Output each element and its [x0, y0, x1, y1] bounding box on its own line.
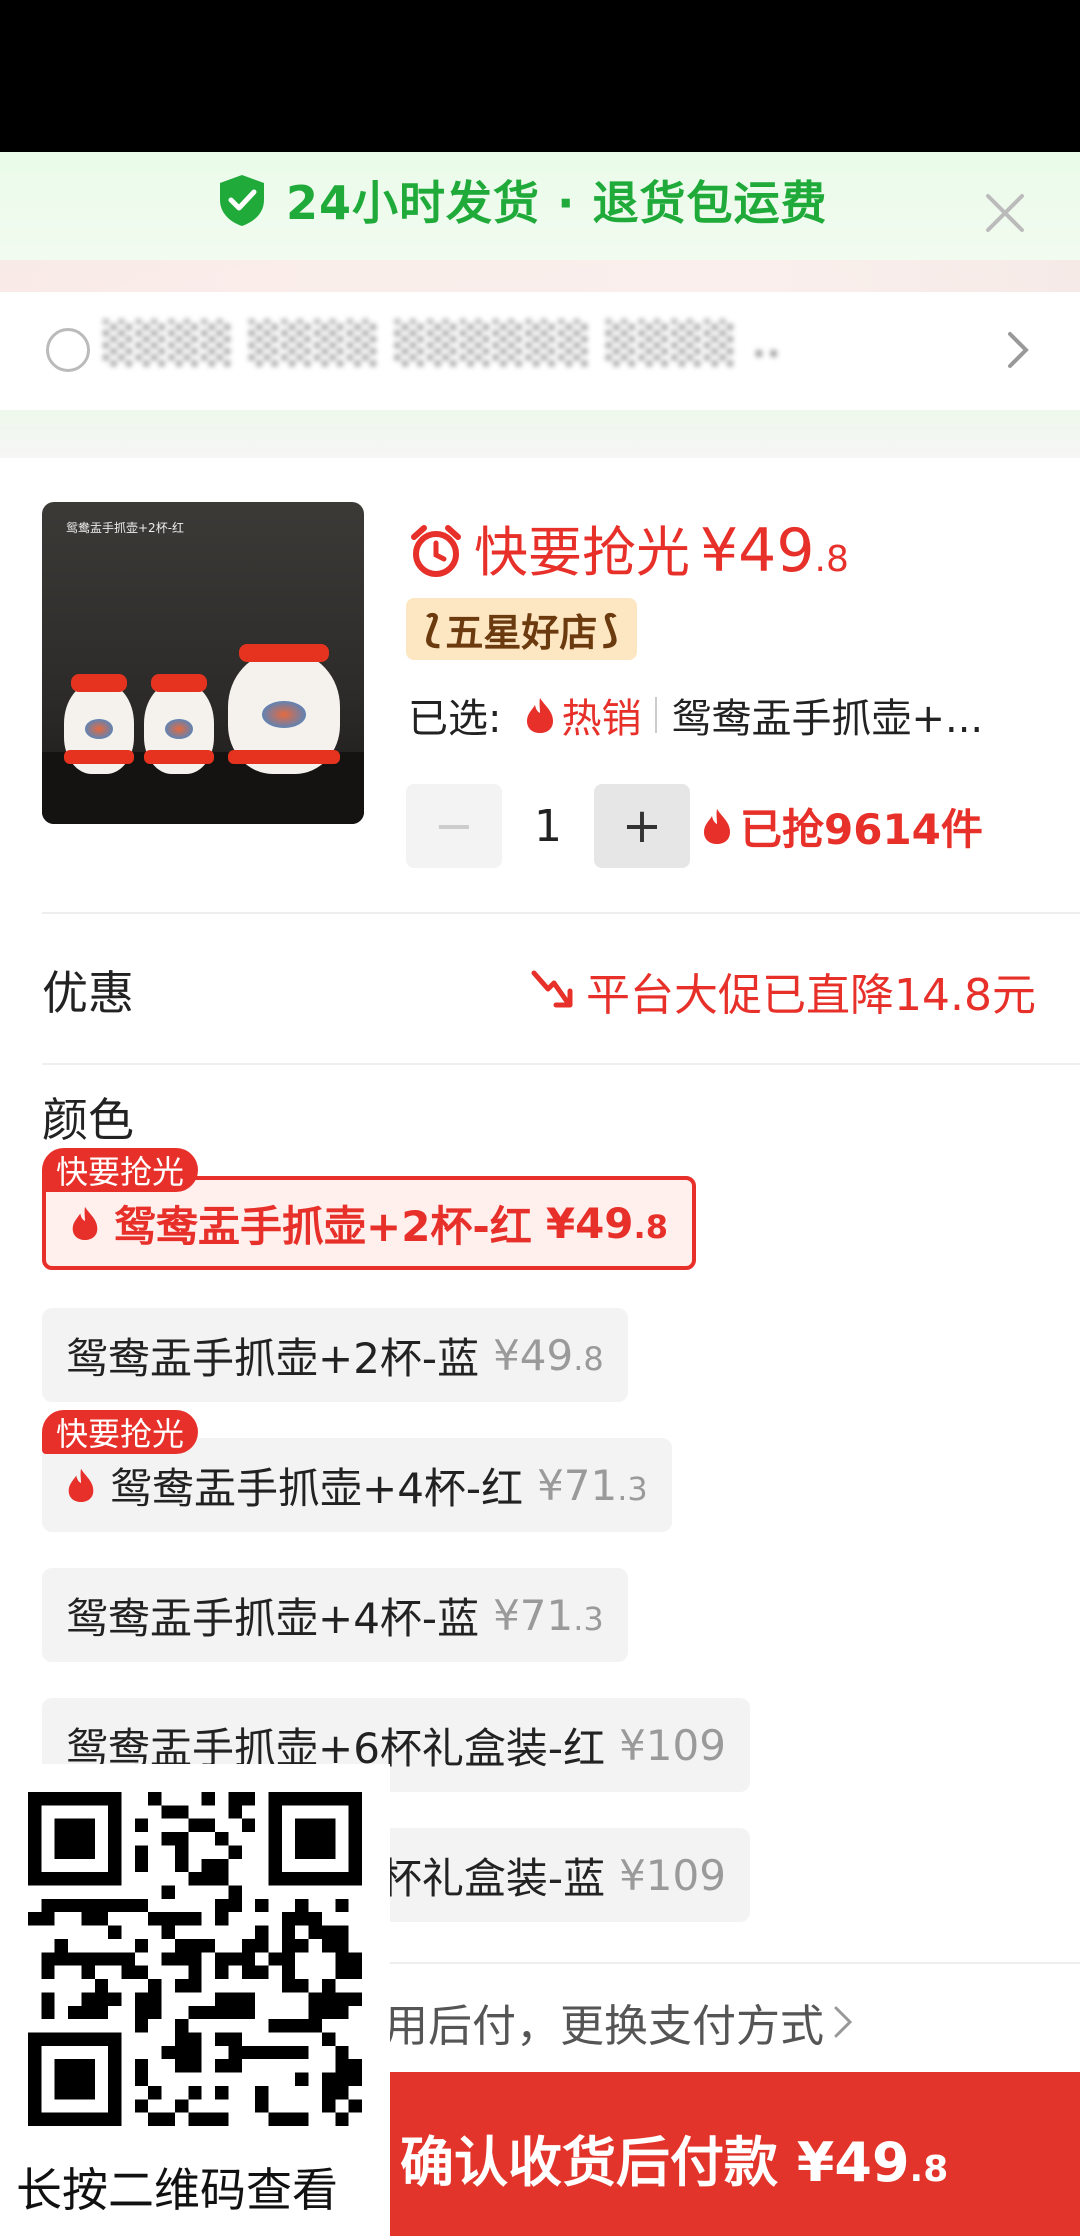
- selected-variant-text: 鸳鸯盂手抓壶+...: [671, 696, 984, 742]
- product-thumbnail[interactable]: 鸳鸯盂手抓壶+2杯-红: [42, 502, 364, 824]
- increment-button[interactable]: +: [594, 784, 690, 868]
- promo-banner: 24小时发货 · 退货包运费: [0, 152, 1080, 292]
- selected-label: 已选:: [408, 696, 502, 742]
- promo-content: 24小时发货 · 退货包运费: [214, 170, 828, 230]
- promo-divider: [0, 260, 1080, 292]
- option-price: ¥49.8: [493, 1330, 604, 1380]
- address-text: ░░░░ ░░░░ ░░░░░░ ░░░░ ..: [104, 320, 782, 366]
- sold-count: 已抢9614件: [702, 796, 983, 857]
- hot-tag: 热销: [525, 686, 641, 744]
- option-price: ¥71.3: [537, 1460, 648, 1510]
- thumbnail-caption: 鸳鸯盂手抓壶+2杯-红: [66, 521, 185, 535]
- product-price: ¥49.8: [700, 516, 849, 586]
- discount-label: 优惠: [42, 966, 134, 1020]
- payment-method-text: 先用后付，更换支付方式: [340, 1990, 856, 2054]
- price-drop-icon: [531, 970, 573, 1008]
- option-name: 鸳鸯盂手抓壶+2杯-蓝: [66, 1333, 480, 1383]
- qr-caption: 长按二维码查看: [16, 2163, 338, 2217]
- option-price: ¥49.8: [545, 1198, 668, 1248]
- cup-image: [64, 674, 134, 774]
- quantity-value[interactable]: 1: [502, 801, 594, 852]
- teapot-image: [228, 644, 340, 774]
- laurel-left-icon: ⟅: [424, 607, 442, 651]
- page: 24小时发货 · 退货包运费 ░░░░ ░░░░ ░░░░░░ ░░░░ .. …: [0, 0, 1080, 2236]
- close-icon[interactable]: [980, 188, 1030, 238]
- product-summary: 鸳鸯盂手抓壶+2杯-红 快要抢光 ¥49.8 ⟅ 五星好店 ⟆ 已选: 热销 鸳…: [0, 458, 1080, 913]
- confirm-pay-label: 确认收货后付款 ¥49.8: [400, 2131, 949, 2194]
- color-section-title: 颜色: [42, 1093, 134, 1147]
- flame-icon: [68, 1468, 94, 1503]
- section-gap: [0, 410, 1080, 458]
- status-bar: [0, 0, 1080, 152]
- option-name: 鸳鸯盂手抓壶+4杯-红: [110, 1463, 524, 1513]
- qr-code-image[interactable]: [28, 1792, 362, 2126]
- address-row[interactable]: ░░░░ ░░░░ ░░░░░░ ░░░░ ..: [0, 292, 1080, 410]
- divider: [42, 1063, 1080, 1065]
- option-price: ¥71.3: [493, 1590, 604, 1640]
- color-option[interactable]: 鸳鸯盂手抓壶+2杯-蓝 ¥49.8: [42, 1308, 628, 1402]
- color-option[interactable]: 鸳鸯盂手抓壶+4杯-蓝 ¥71.3: [42, 1568, 628, 1662]
- flame-icon: [72, 1206, 98, 1241]
- decrement-button[interactable]: −: [406, 784, 502, 868]
- alarm-clock-icon: [411, 525, 461, 577]
- divider: [42, 912, 1080, 914]
- option-price: ¥109: [619, 1850, 726, 1900]
- price-row: 快要抢光 ¥49.8: [408, 508, 849, 587]
- shield-check-icon: [220, 175, 264, 226]
- cup-image: [144, 674, 214, 774]
- separator: [655, 697, 658, 733]
- quantity-stepper: − 1 + 已抢9614件: [406, 784, 983, 868]
- hurry-tag: 快要抢光: [42, 1410, 199, 1454]
- store-badge: ⟅ 五星好店 ⟆: [406, 598, 637, 660]
- option-name: 鸳鸯盂手抓壶+4杯-蓝: [66, 1593, 480, 1643]
- laurel-right-icon: ⟆: [601, 607, 619, 651]
- chevron-right-icon: [1008, 332, 1029, 368]
- chevron-right-icon: [834, 2006, 853, 2038]
- hurry-tag: 快要抢光: [42, 1148, 199, 1192]
- discount-row[interactable]: 优惠 平台大促已直降14.8元: [0, 915, 1080, 1065]
- selected-variant-row: 已选: 热销 鸳鸯盂手抓壶+...: [408, 686, 1001, 744]
- qr-code-overlay[interactable]: 长按二维码查看: [0, 1764, 390, 2236]
- location-icon: [46, 328, 90, 372]
- flame-icon: [527, 698, 554, 733]
- promo-text: 24小时发货 · 退货包运费: [286, 176, 828, 230]
- flame-icon: [704, 809, 730, 844]
- discount-value: 平台大促已直降14.8元: [528, 959, 1036, 1023]
- option-price: ¥109: [619, 1720, 726, 1770]
- option-name: 鸳鸯盂手抓壶+2杯-红: [114, 1201, 532, 1251]
- hurry-label: 快要抢光: [474, 521, 690, 584]
